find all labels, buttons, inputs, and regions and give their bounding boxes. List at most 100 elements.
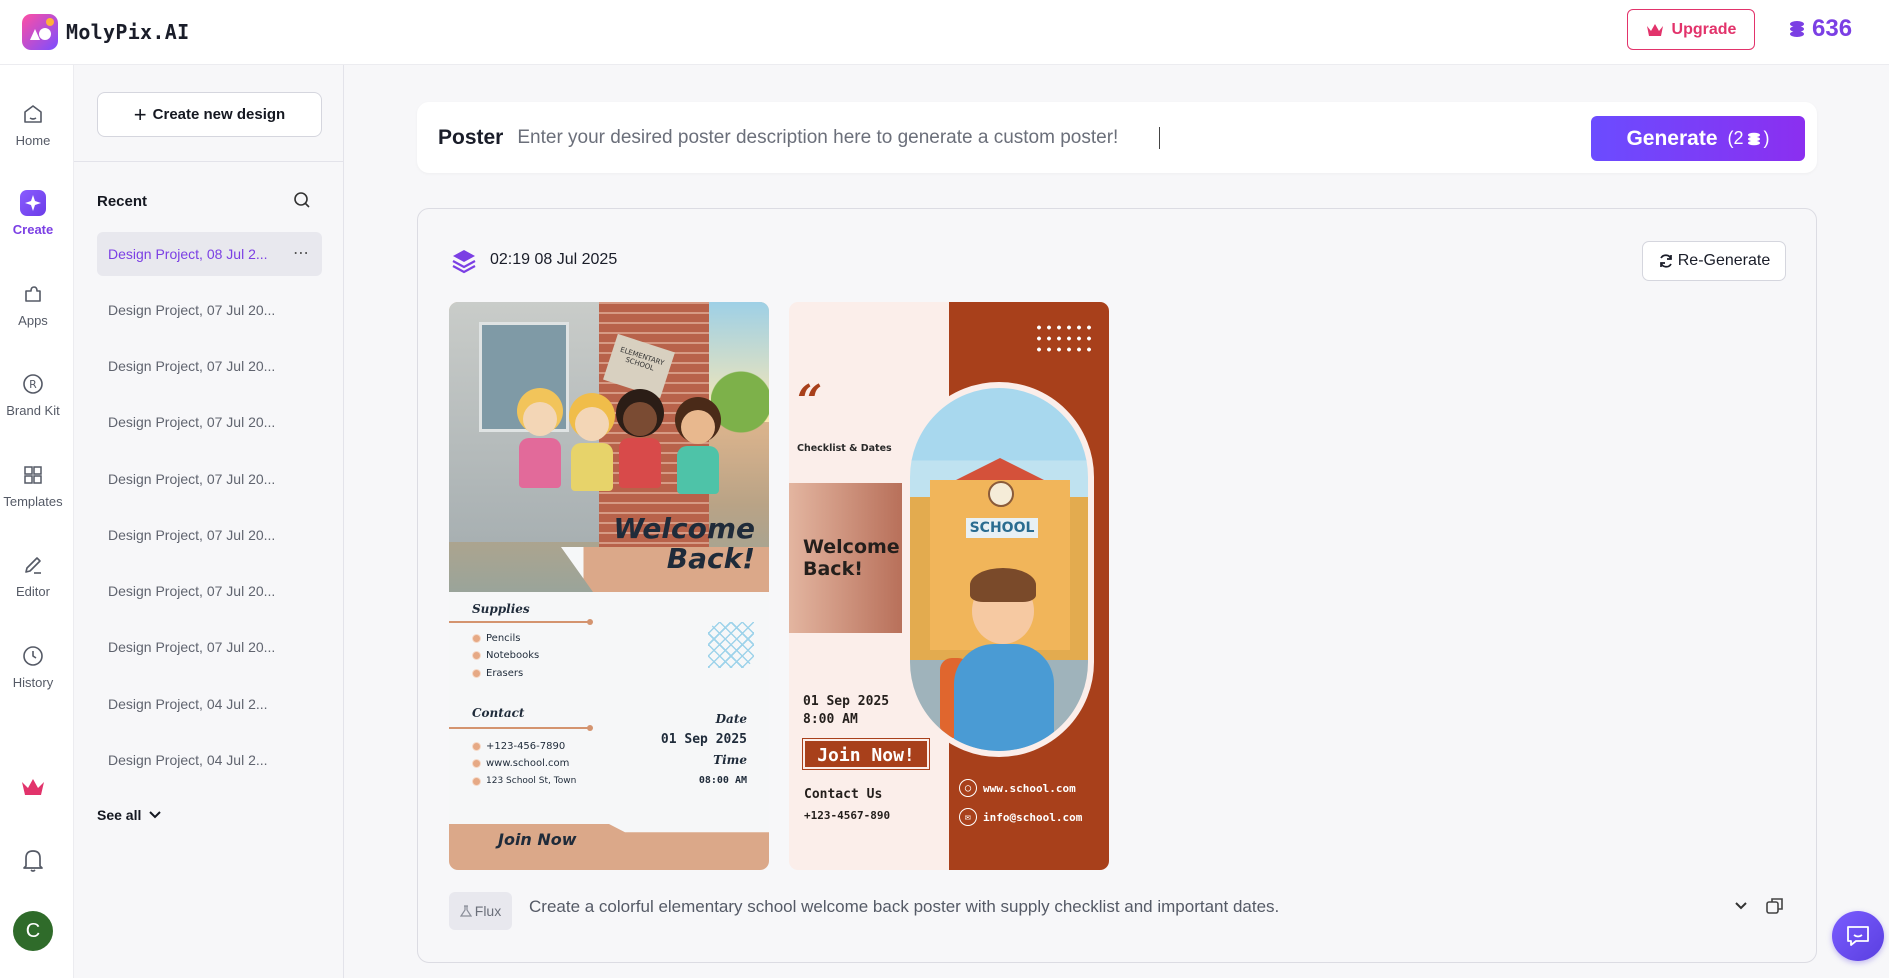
home-icon <box>20 101 46 127</box>
search-icon <box>294 192 310 208</box>
more-options-icon[interactable]: ⋯ <box>293 243 310 263</box>
recent-project-item[interactable]: Design Project, 07 Jul 20... <box>97 457 322 501</box>
recent-project-item[interactable]: Design Project, 07 Jul 20... <box>97 625 322 669</box>
location-icon <box>472 776 481 786</box>
nav-apps-label: Apps <box>18 313 48 328</box>
chevron-down-icon <box>149 811 162 819</box>
nav-editor[interactable]: Editor <box>0 552 66 599</box>
svg-text:R: R <box>29 378 37 391</box>
generate-label: Generate <box>1626 126 1718 150</box>
time-label: Time <box>713 753 747 767</box>
contact-item: www.school.com <box>472 758 569 769</box>
sidebar-divider <box>74 161 344 162</box>
recent-project-item[interactable]: Design Project, 07 Jul 20... <box>97 513 322 557</box>
nav-history-label: History <box>12 675 54 690</box>
see-all-button[interactable]: See all <box>97 807 162 823</box>
project-title: Design Project, 07 Jul 20... <box>108 358 276 374</box>
email-text: info@school.com <box>983 810 1083 824</box>
recent-project-item[interactable]: Design Project, 04 Jul 2... <box>97 682 322 726</box>
headline-line-1: Welcome <box>613 512 755 545</box>
coins-icon <box>1747 132 1760 145</box>
mail-icon: ✉ <box>959 808 977 826</box>
contact-email: ✉ info@school.com <box>959 808 1082 826</box>
upgrade-button[interactable]: Upgrade <box>1627 9 1755 50</box>
chat-icon <box>1847 926 1869 946</box>
regenerate-button[interactable]: Re-Generate <box>1642 241 1786 281</box>
recent-project-item[interactable]: Design Project, 07 Jul 20... <box>97 288 322 332</box>
nav-templates[interactable]: Templates <box>0 462 66 509</box>
nav-home[interactable]: Home <box>0 101 66 148</box>
prompt-input[interactable] <box>517 126 1158 149</box>
clock-illustration <box>988 481 1014 507</box>
nav-brand-kit-label: Brand Kit <box>6 403 60 418</box>
website-text: www.school.com <box>983 781 1076 795</box>
plus-icon: + <box>133 101 147 127</box>
poster-headline: Welcome Back! <box>613 514 755 574</box>
globe-icon: ◯ <box>959 779 977 797</box>
supply-item: Erasers <box>472 668 523 679</box>
supply-text: Erasers <box>486 668 524 679</box>
poster-footer <box>449 824 769 870</box>
quote-mark: “ <box>797 376 823 427</box>
nav-create-label: Create <box>12 222 54 237</box>
recent-project-item[interactable]: Design Project, 07 Jul 20... <box>97 569 322 613</box>
user-avatar[interactable]: C <box>0 911 66 951</box>
recent-project-item[interactable]: Design Project, 07 Jul 20... <box>97 344 322 388</box>
registered-icon: R <box>20 371 46 397</box>
recent-project-item[interactable]: Design Project, 04 Jul 2... <box>97 738 322 782</box>
prompt-bar: Poster Generate (2) <box>417 102 1817 173</box>
see-all-label: See all <box>97 807 142 823</box>
prompt-type-label: Poster <box>438 125 504 149</box>
event-date: 01 Sep 2025 <box>803 694 890 709</box>
avatar: C <box>13 911 53 951</box>
logo-icon <box>22 14 58 50</box>
join-now-badge: Join Now! <box>802 738 930 770</box>
recent-search-button[interactable] <box>293 191 311 214</box>
nav-create[interactable]: Create <box>0 190 66 237</box>
contact-website: ◯ www.school.com <box>959 779 1076 797</box>
bullet-icon <box>472 634 481 643</box>
nav-apps[interactable]: Apps <box>0 281 66 328</box>
supplies-heading: Supplies <box>472 602 530 616</box>
project-title: Design Project, 07 Jul 20... <box>108 527 276 543</box>
expand-button[interactable] <box>1734 898 1748 916</box>
crown-icon <box>1646 23 1663 36</box>
chevron-down-icon <box>1735 902 1747 910</box>
checklist-label: Checklist & Dates <box>797 443 892 454</box>
recent-project-item[interactable]: Design Project, 08 Jul 2... ⋯ <box>97 232 322 276</box>
credits-count: 636 <box>1812 15 1853 42</box>
notifications-button[interactable] <box>0 847 66 873</box>
upgrade-label: Upgrade <box>1671 20 1737 38</box>
supply-item: Notebooks <box>472 650 539 661</box>
headline-line-2: Back! <box>666 542 755 575</box>
premium-button[interactable] <box>0 777 66 797</box>
model-name: Flux <box>474 903 502 919</box>
copy-prompt-button[interactable] <box>1765 896 1785 921</box>
project-title: Design Project, 07 Jul 20... <box>108 583 276 599</box>
generated-poster-1[interactable]: ELEMENTARY SCHOOL Welcome Back! Supplies… <box>449 302 769 870</box>
contact-item: 123 School St, Town <box>472 776 576 786</box>
generation-timestamp: 02:19 08 Jul 2025 <box>490 251 618 268</box>
generated-poster-2[interactable]: “ Checklist & Dates Welcome Back! SCHOOL… <box>789 302 1109 870</box>
project-title: Design Project, 04 Jul 2... <box>108 696 268 712</box>
credits-balance[interactable]: 636 <box>1788 12 1852 46</box>
brand-logo[interactable]: MolyPix.AI <box>22 14 189 50</box>
support-chat-button[interactable] <box>1832 911 1884 961</box>
layers-icon <box>452 250 476 274</box>
generation-result-card: 02:19 08 Jul 2025 Re-Generate ELEMENTARY… <box>417 208 1817 963</box>
coins-icon <box>1790 21 1804 37</box>
nav-history[interactable]: History <box>0 643 66 690</box>
nav-editor-label: Editor <box>16 584 50 599</box>
decorative-pattern <box>708 622 754 668</box>
primary-nav-rail: Home Create Apps R Brand Kit Templates E… <box>0 65 74 978</box>
school-sign: SCHOOL <box>966 518 1038 538</box>
model-badge[interactable]: Flux <box>449 892 512 930</box>
nav-home-label: Home <box>15 133 51 148</box>
create-new-design-button[interactable]: + Create new design <box>97 92 322 137</box>
generate-button[interactable]: Generate (2) <box>1591 116 1805 161</box>
copy-icon <box>1766 898 1783 914</box>
contact-text: 123 School St, Town <box>486 776 577 786</box>
recent-project-item[interactable]: Design Project, 07 Jul 20... <box>97 400 322 444</box>
nav-brand-kit[interactable]: R Brand Kit <box>0 371 66 418</box>
contact-phone: +123-4567-890 <box>804 809 891 822</box>
